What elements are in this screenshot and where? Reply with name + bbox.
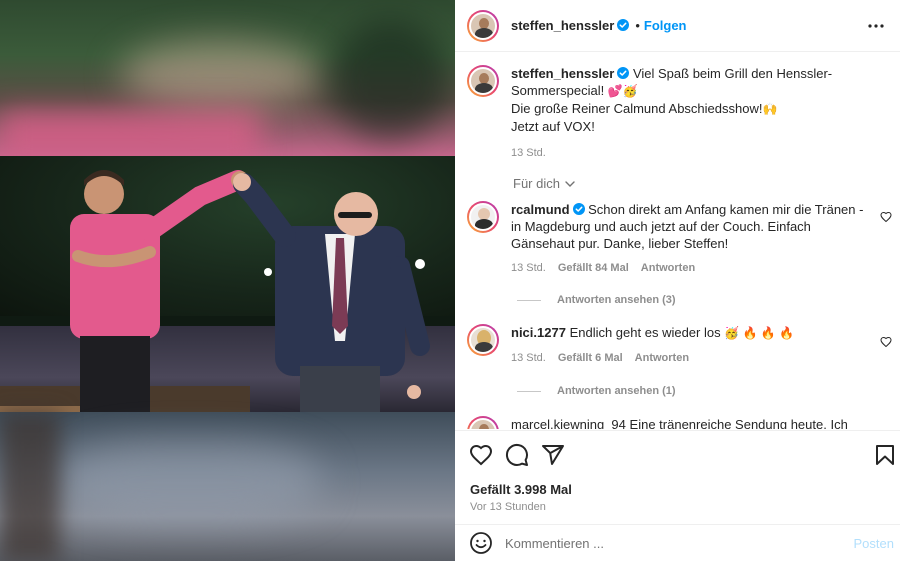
- comment-text: Eine tränenreiche Sendung heute. Ich: [629, 417, 848, 429]
- reply-button[interactable]: Antworten: [635, 350, 689, 367]
- view-replies-button[interactable]: Antworten ansehen (3): [517, 294, 676, 306]
- view-replies-button[interactable]: Antworten ansehen (1): [517, 385, 676, 397]
- comments-list[interactable]: steffen_henssler Viel Spaß beim Grill de…: [455, 53, 900, 429]
- caption-avatar[interactable]: [467, 65, 499, 97]
- author-username[interactable]: steffen_henssler: [511, 18, 630, 33]
- header-separator: •: [635, 18, 640, 33]
- commenter-avatar[interactable]: [467, 416, 499, 429]
- view-replies-label: Antworten ansehen (1): [557, 385, 676, 397]
- caption: steffen_henssler Viel Spaß beim Grill de…: [467, 65, 892, 162]
- comment-username[interactable]: marcel.kiewning_94: [511, 417, 626, 429]
- emoji-icon[interactable]: [469, 531, 493, 555]
- caption-line-3: Jetzt auf VOX!: [511, 119, 595, 134]
- comment-item: marcel.kiewning_94 Eine tränenreiche Sen…: [467, 416, 892, 429]
- verified-badge-icon: [617, 19, 630, 31]
- share-icon[interactable]: [541, 443, 565, 467]
- comment-username[interactable]: rcalmund: [511, 202, 570, 217]
- chevron-down-icon: [565, 180, 575, 187]
- comment-heart-icon[interactable]: [880, 336, 892, 348]
- author-avatar[interactable]: [467, 9, 499, 42]
- comment-age: 13 Std.: [511, 352, 546, 364]
- blurred-background-top: [0, 0, 455, 156]
- verified-badge-icon: [572, 203, 585, 215]
- blurred-background-bottom: [0, 412, 455, 561]
- caption-username[interactable]: steffen_henssler: [511, 66, 614, 81]
- comment-likes[interactable]: Gefällt 84 Mal: [558, 260, 629, 277]
- caption-age: 13 Std.: [511, 147, 546, 159]
- more-options-icon[interactable]: [866, 16, 886, 36]
- caption-emoji-1: 💕🥳: [607, 84, 638, 98]
- comment-composer: Posten: [455, 524, 900, 561]
- bookmark-icon[interactable]: [873, 443, 897, 467]
- comment-item: rcalmund Schon direkt am Anfang kamen mi…: [467, 201, 892, 277]
- for-you-filter[interactable]: Für dich: [513, 176, 576, 191]
- photo-people-illustration: [70, 170, 430, 412]
- caption-line-2: Die große Reiner Calmund Abschiedsshow!: [511, 101, 763, 116]
- comment-text: Endlich geht es wieder los: [569, 325, 721, 340]
- for-you-label: Für dich: [513, 176, 560, 191]
- commenter-avatar[interactable]: [467, 201, 499, 233]
- comment-age: 13 Std.: [511, 262, 546, 274]
- comment-heart-icon[interactable]: [880, 211, 892, 223]
- post-photo: [0, 156, 455, 412]
- post-comment-button[interactable]: Posten: [854, 536, 894, 551]
- post-header: steffen_henssler • Folgen: [455, 0, 900, 52]
- post-media[interactable]: [0, 0, 455, 561]
- follow-button[interactable]: Folgen: [644, 18, 687, 33]
- post-timestamp: Vor 13 Stunden: [470, 501, 546, 513]
- post-actions: Gefällt 3.998 Mal Vor 13 Stunden: [455, 430, 900, 524]
- reply-button[interactable]: Antworten: [641, 260, 695, 277]
- heart-icon[interactable]: [469, 443, 493, 467]
- commenter-avatar[interactable]: [467, 324, 499, 356]
- comment-input[interactable]: [505, 535, 805, 551]
- comment-item: nici.1277 Endlich geht es wieder los 🥳 🔥…: [467, 324, 892, 367]
- likes-count[interactable]: Gefällt 3.998 Mal: [470, 482, 572, 497]
- comment-likes[interactable]: Gefällt 6 Mal: [558, 350, 623, 367]
- comment-icon[interactable]: [505, 443, 529, 467]
- caption-emoji-2: 🙌: [762, 102, 778, 116]
- comment-username[interactable]: nici.1277: [511, 325, 566, 340]
- comment-emoji: 🥳 🔥 🔥 🔥: [724, 326, 794, 340]
- post-side-panel: steffen_henssler • Folgen steffen_henssl…: [455, 0, 900, 561]
- verified-badge-icon: [617, 67, 630, 79]
- view-replies-label: Antworten ansehen (3): [557, 294, 676, 306]
